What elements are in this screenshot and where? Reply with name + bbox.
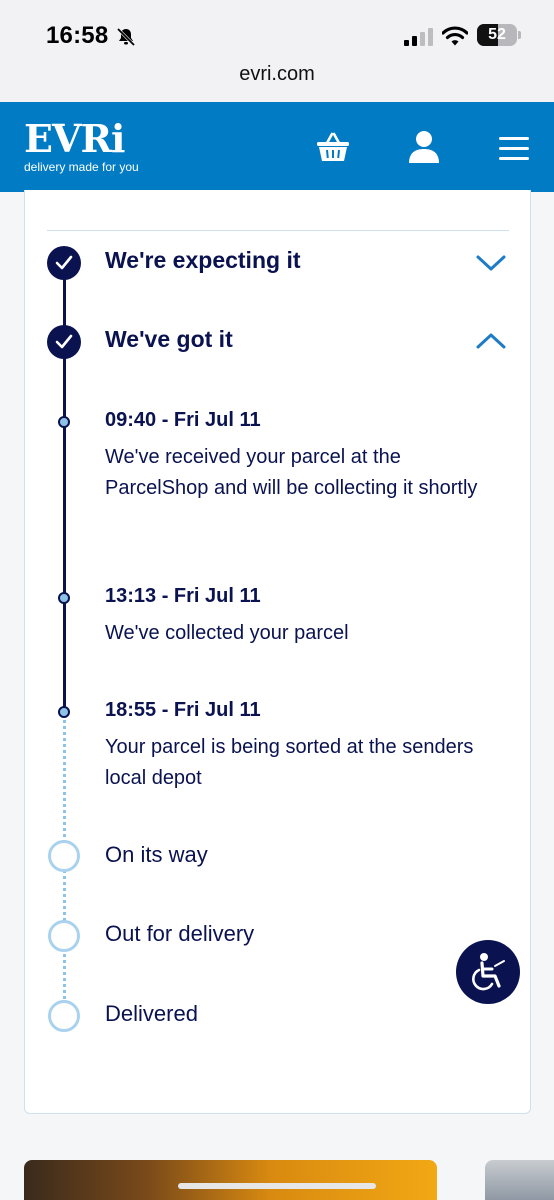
stage-on-its-way-label: On its way xyxy=(105,842,208,867)
event-description: Your parcel is being sorted at the sende… xyxy=(105,736,474,789)
event-description: We've collected your parcel xyxy=(105,622,349,644)
event-dot xyxy=(58,706,70,718)
event-time: 18:55 - Fri Jul 11 xyxy=(105,699,261,721)
stage-pending-icon xyxy=(48,1000,80,1032)
promo-image-secondary[interactable] xyxy=(485,1160,554,1200)
event-description: We've received your parcel at the Parcel… xyxy=(105,446,478,499)
promo-image[interactable] xyxy=(24,1160,437,1200)
stage-got-it-label[interactable]: We've got it xyxy=(105,326,233,353)
card-divider xyxy=(47,230,509,231)
wifi-icon xyxy=(442,26,468,46)
status-bar: 16:58 52 xyxy=(0,0,554,58)
url-text: evri.com xyxy=(239,63,315,85)
event-time: 09:40 - Fri Jul 11 xyxy=(105,409,261,431)
stage-pending-icon xyxy=(48,920,80,952)
stage-complete-icon xyxy=(47,246,81,280)
address-bar[interactable]: evri.com xyxy=(0,58,554,102)
basket-icon[interactable] xyxy=(316,130,350,164)
site-header: EVRi delivery made for you xyxy=(0,102,554,192)
evri-logo[interactable]: EVRi xyxy=(24,116,125,161)
stage-expecting-label[interactable]: We're expecting it xyxy=(105,247,301,274)
chevron-up-icon[interactable] xyxy=(475,331,507,351)
battery-level: 52 xyxy=(488,26,506,43)
accessibility-button[interactable] xyxy=(456,940,520,1004)
event-dot xyxy=(58,592,70,604)
status-time: 16:58 xyxy=(46,22,109,49)
stage-pending-icon xyxy=(48,840,80,872)
checkmark-icon xyxy=(55,334,73,349)
checkmark-icon xyxy=(55,255,73,270)
menu-icon[interactable] xyxy=(498,134,530,164)
event-time: 13:13 - Fri Jul 11 xyxy=(105,585,261,607)
event-dot xyxy=(58,416,70,428)
tracking-card: We're expecting it We've got it 09:40 - … xyxy=(24,190,531,1114)
stage-complete-icon xyxy=(47,325,81,359)
cellular-signal-icon xyxy=(404,28,433,46)
wheelchair-icon xyxy=(472,953,505,991)
stage-out-for-delivery-label: Out for delivery xyxy=(105,921,255,946)
stage-delivered-label: Delivered xyxy=(105,1001,198,1026)
battery-icon: 52 xyxy=(477,24,517,46)
logo-tagline: delivery made for you xyxy=(24,160,139,174)
bell-muted-icon xyxy=(116,27,136,47)
account-icon[interactable] xyxy=(407,130,441,164)
chevron-down-icon[interactable] xyxy=(475,253,507,273)
home-indicator xyxy=(178,1183,376,1189)
